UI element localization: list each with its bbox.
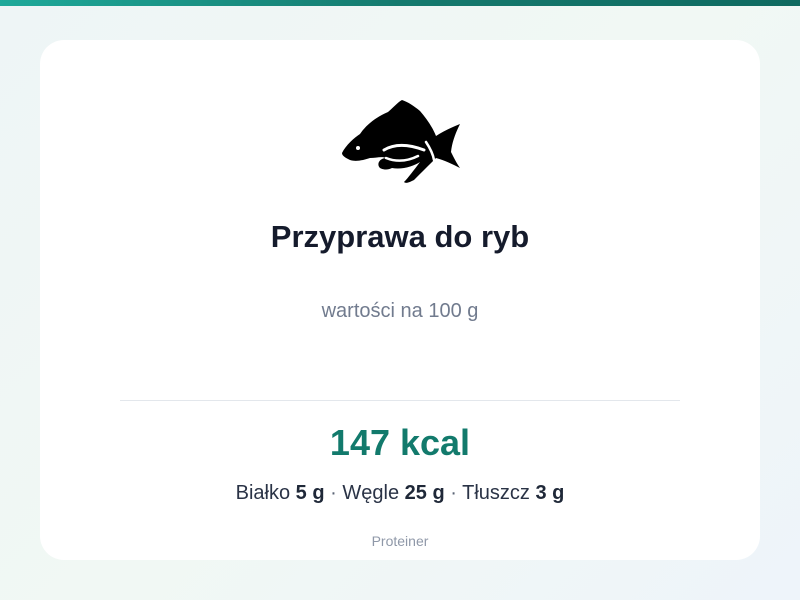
macro-separator: · xyxy=(450,482,457,504)
macros-line: Białko 5 g · Węgle 25 g · Tłuszcz 3 g xyxy=(0,480,800,506)
carbs-value: 25 g xyxy=(404,482,445,504)
carbs-label: Węgle xyxy=(342,482,400,504)
serving-basis: wartości na 100 g xyxy=(321,300,479,322)
fish-icon xyxy=(338,98,462,184)
energy-value: 147 kcal xyxy=(329,422,471,463)
fat-value: 3 g xyxy=(535,482,565,504)
macro-separator: · xyxy=(330,482,337,504)
divider xyxy=(120,400,680,401)
brand-footer: Proteiner xyxy=(371,533,429,549)
protein-value: 5 g xyxy=(295,482,325,504)
top-accent-bar xyxy=(0,0,800,6)
product-title: Przyprawa do ryb xyxy=(270,219,530,254)
protein-label: Białko xyxy=(235,482,291,504)
fat-label: Tłuszcz xyxy=(462,482,530,504)
